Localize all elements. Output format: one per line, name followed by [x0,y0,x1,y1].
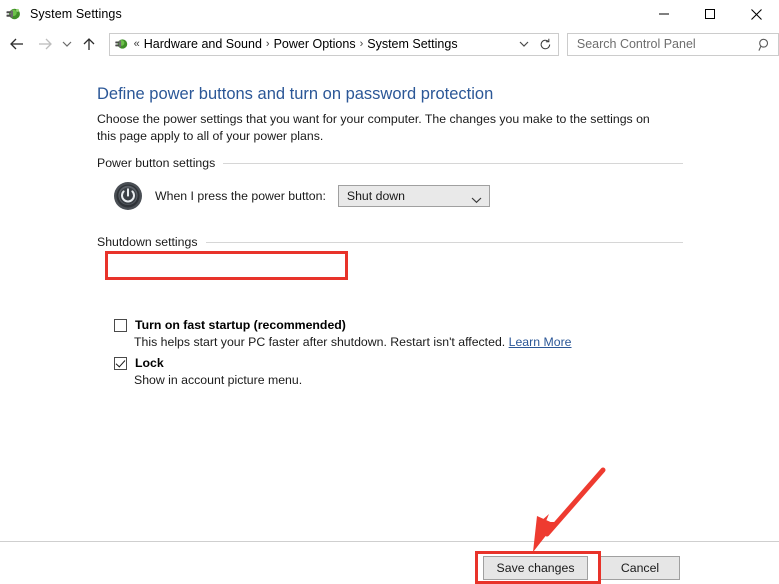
section-label: Power button settings [97,156,216,170]
page-description: Choose the power settings that you want … [97,112,650,143]
search-icon[interactable] [758,38,771,57]
navigation-bar: « Hardware and Sound › Power Options › S… [0,28,779,60]
close-icon[interactable] [733,0,779,28]
chevron-down-icon[interactable] [514,34,534,55]
maximize-icon[interactable] [687,0,733,28]
section-header-shutdown-settings: Shutdown settings [97,234,683,250]
content-area: Define power buttons and turn on passwor… [0,60,779,536]
section-divider [223,162,683,164]
power-plug-icon [5,5,23,23]
page-title: Define power buttons and turn on passwor… [97,85,494,103]
search-box[interactable] [566,32,779,57]
title-bar: System Settings [0,0,779,28]
back-arrow-icon[interactable] [5,29,29,59]
cancel-button[interactable]: Cancel [600,556,680,580]
select-value: Shut down [346,189,406,203]
breadcrumb-item-hardware-and-sound[interactable]: Hardware and Sound [144,37,262,51]
minimize-icon[interactable] [641,0,687,28]
power-button-action-select[interactable]: Shut down [337,185,490,209]
fast-startup-checkbox[interactable] [114,319,127,332]
section-divider [205,241,683,243]
chevron-down-icon[interactable] [471,191,482,209]
checkbox-row-lock[interactable]: Lock [114,356,164,370]
up-arrow-icon[interactable] [77,29,101,59]
lock-label: Lock [135,356,164,370]
forward-arrow-icon [33,29,57,59]
chevron-down-icon[interactable] [59,29,75,59]
power-button-setting-row: When I press the power button: Shut down [113,181,490,211]
section-header-power-button-settings: Power button settings [97,155,683,171]
breadcrumb-separator: › [359,38,364,50]
address-bar[interactable]: « Hardware and Sound › Power Options › S… [108,32,559,56]
breadcrumb-root[interactable]: « [130,38,144,50]
window-title: System Settings [30,7,122,21]
section-label: Shutdown settings [97,235,198,249]
power-button-icon [113,181,143,211]
search-input[interactable] [574,36,745,52]
fast-startup-description-text: This helps start your PC faster after sh… [134,335,506,349]
breadcrumb-separator: › [265,38,270,50]
system-settings-window: System Settings « Hardware and Sound › P… [0,0,779,584]
checkbox-row-fast-startup[interactable]: Turn on fast startup (recommended) [114,318,346,332]
window-controls [641,0,779,28]
footer-divider [0,541,779,542]
lock-checkbox[interactable] [114,357,127,370]
power-button-label: When I press the power button: [155,189,326,203]
breadcrumb-item-system-settings[interactable]: System Settings [367,37,457,51]
power-plug-icon [114,36,130,52]
lock-description: Show in account picture menu. [134,373,303,387]
fast-startup-label: Turn on fast startup (recommended) [135,318,346,332]
learn-more-link[interactable]: Learn More [509,335,572,349]
fast-startup-description: This helps start your PC faster after sh… [134,335,572,349]
breadcrumb-item-power-options[interactable]: Power Options [274,37,356,51]
refresh-icon[interactable] [536,34,556,55]
save-changes-button[interactable]: Save changes [483,556,588,580]
